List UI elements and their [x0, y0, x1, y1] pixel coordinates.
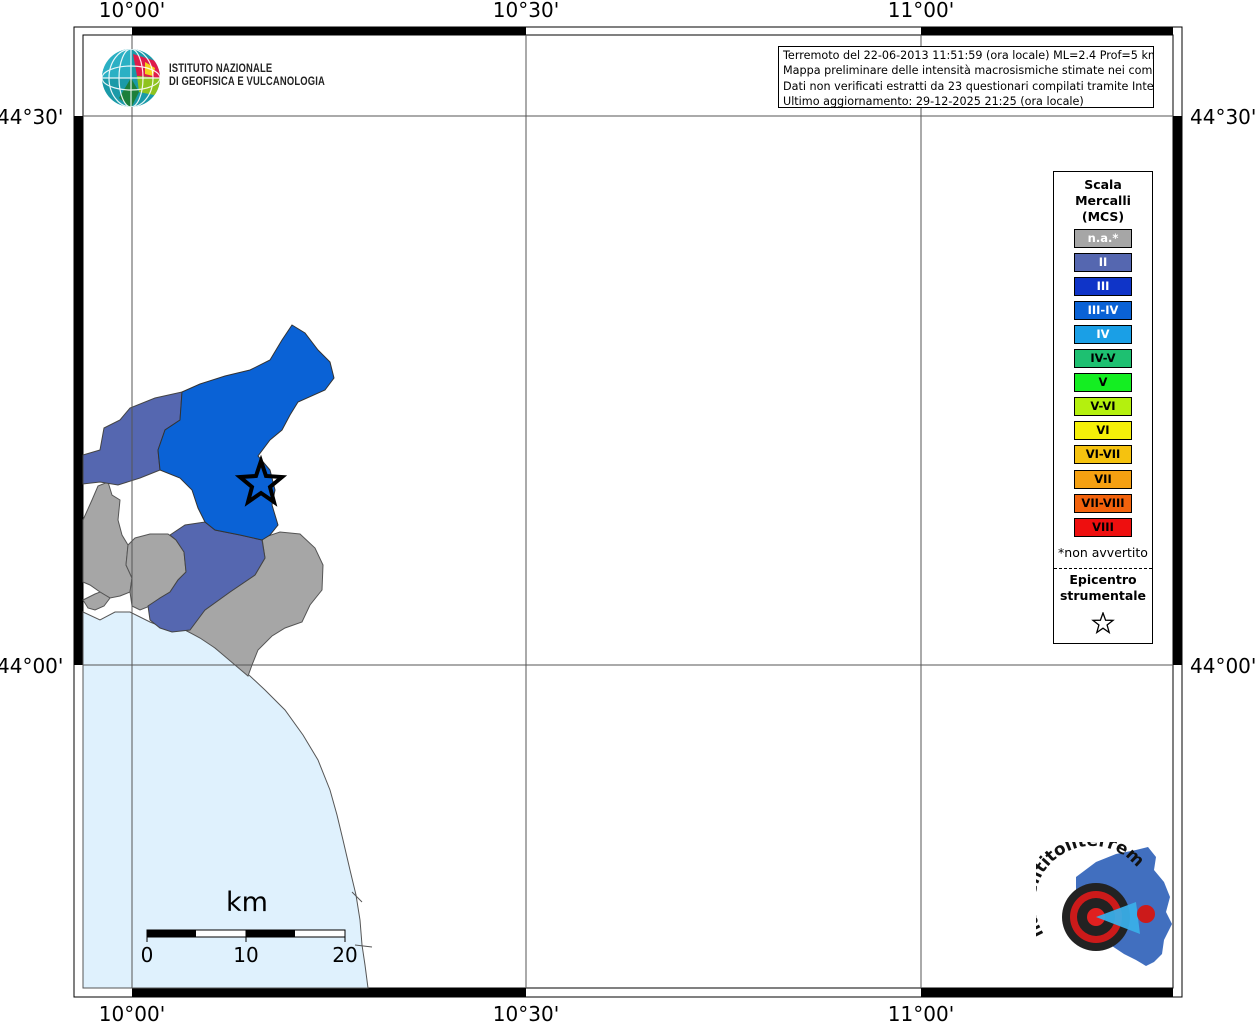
- legend-separator: [1054, 568, 1152, 569]
- globe-icon: [102, 49, 160, 107]
- legend-note: *non avvertito: [1058, 545, 1148, 560]
- scale-unit-label: km: [226, 887, 268, 918]
- legend-item: II: [1074, 253, 1132, 273]
- legend-item: VII: [1074, 469, 1132, 489]
- legend-epicentre-line-1: Epicentro: [1069, 572, 1137, 587]
- event-info-line-3: Dati non verificati estratti da 23 quest…: [783, 79, 1154, 93]
- legend-item: V: [1074, 373, 1132, 393]
- legend-item: III: [1074, 277, 1132, 297]
- legend-epicentre-line-2: strumentale: [1059, 588, 1147, 603]
- legend-item: VI: [1074, 421, 1132, 441]
- ingv-logo: ISTITUTO NAZIONALE DI GEOFISICA E VULCAN…: [101, 48, 341, 110]
- legend-item: IV-V: [1074, 349, 1132, 369]
- lat-label-right-1: 44°30': [1190, 105, 1255, 129]
- logo-text: ISTITUTO NAZIONALE DI GEOFISICA E VULCAN…: [169, 63, 325, 89]
- legend-item: VI-VII: [1074, 445, 1132, 465]
- legend-item: VII-VIII: [1074, 493, 1132, 513]
- event-info-box: Terremoto del 22-06-2013 11:51:59 (ora l…: [778, 46, 1154, 108]
- legend-title-line-1: Scala: [1084, 177, 1122, 192]
- legend-title: Scala Mercalli (MCS): [1054, 177, 1152, 225]
- lon-label-top-3: 11°00': [887, 0, 955, 22]
- intensity-legend: Scala Mercalli (MCS) n.a.* II III III-IV IV I…: [1053, 171, 1153, 644]
- event-info-line-2: Mappa preliminare delle intensità macros…: [783, 64, 1154, 78]
- haisentito-watermark-logo: haisentitoilterremoto.it: [1036, 842, 1172, 966]
- legend-item: n.a.*: [1074, 229, 1132, 248]
- legend-item: VIII: [1074, 517, 1132, 537]
- event-info-line-1: Terremoto del 22-06-2013 11:51:59 (ora l…: [783, 49, 1154, 62]
- legend-star-icon: [1091, 612, 1115, 634]
- lat-label-left-1: 44°30': [0, 105, 64, 129]
- lon-label-bottom-3: 11°00': [887, 1002, 955, 1026]
- legend-title-line-2: Mercalli: [1075, 193, 1131, 208]
- legend-epicentre-label: Epicentro strumentale: [1054, 572, 1152, 604]
- legend-title-line-3: (MCS): [1081, 209, 1125, 224]
- event-info-line-4: Ultimo aggiornamento: 29-12-2025 21:25 (…: [783, 94, 1084, 108]
- scale-tick-label-0: 0: [140, 943, 154, 967]
- scale-tick-label-20: 20: [332, 943, 358, 967]
- legend-item: III-IV: [1074, 301, 1132, 321]
- legend-item: IV: [1074, 325, 1132, 345]
- legend-item: V-VI: [1074, 397, 1132, 417]
- lon-label-top-1: 10°00': [98, 0, 166, 22]
- lon-label-bottom-1: 10°00': [98, 1002, 166, 1026]
- scale-tick-label-10: 10: [233, 943, 259, 967]
- logo-line-2: DI GEOFISICA E VULCANOLOGIA: [169, 76, 326, 88]
- lon-label-bottom-2: 10°30': [492, 1002, 560, 1026]
- lat-label-right-2: 44°00': [1190, 654, 1255, 678]
- lat-label-left-2: 44°00': [0, 654, 64, 678]
- lon-label-top-2: 10°30': [492, 0, 560, 22]
- logo-line-1: ISTITUTO NAZIONALE: [169, 63, 273, 75]
